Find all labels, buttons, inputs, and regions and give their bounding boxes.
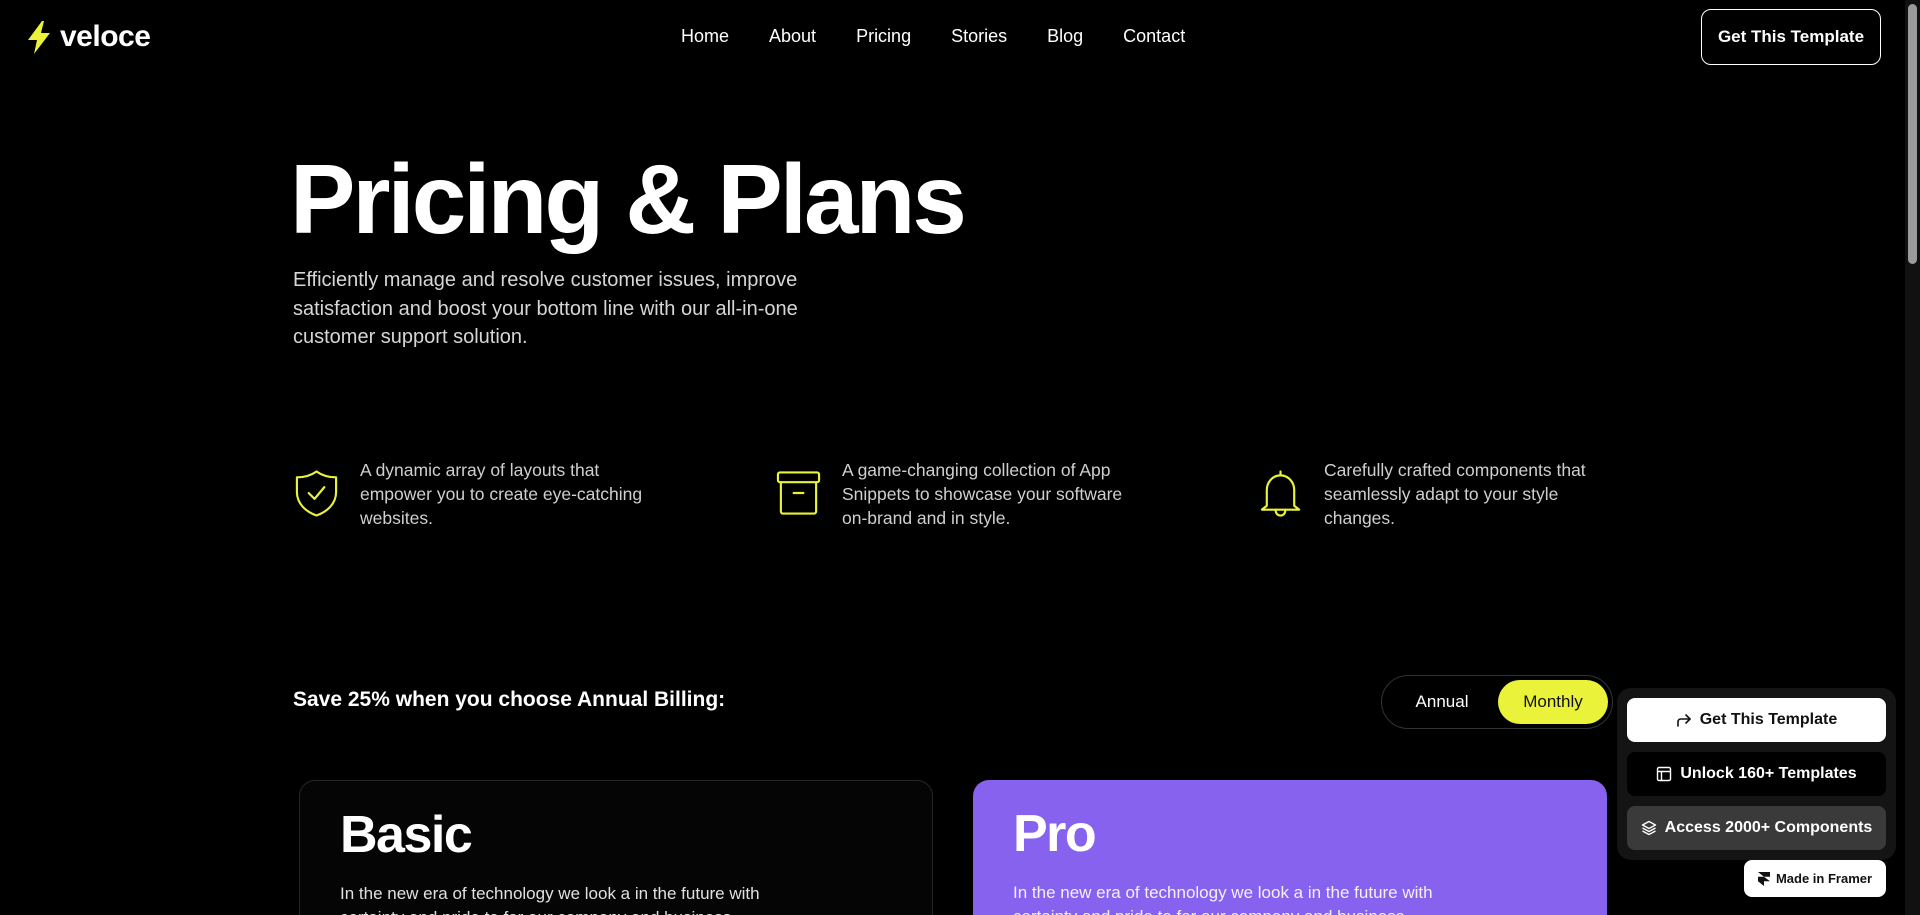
page-title: Pricing & Plans bbox=[290, 144, 967, 254]
feature-item: Carefully crafted components that seamle… bbox=[1257, 458, 1657, 530]
feature-item: A dynamic array of layouts that empower … bbox=[293, 458, 693, 530]
brand-name: veloce bbox=[60, 20, 151, 53]
page-subtitle: Efficiently manage and resolve customer … bbox=[293, 269, 798, 348]
plan-name: Pro bbox=[1013, 805, 1097, 863]
feature-text: A game-changing collection of App Snippe… bbox=[842, 460, 1123, 528]
plan-name: Basic bbox=[340, 806, 473, 864]
scrollbar-thumb[interactable] bbox=[1908, 4, 1917, 264]
annual-option[interactable]: Annual bbox=[1386, 680, 1498, 724]
plan-card-pro: Pro In the new era of technology we look… bbox=[973, 780, 1607, 915]
nav-home[interactable]: Home bbox=[681, 26, 729, 47]
share-arrow-icon bbox=[1676, 714, 1691, 727]
access-components-label: Access 2000+ Components bbox=[1664, 819, 1873, 836]
brand-logo[interactable]: veloce bbox=[26, 20, 151, 54]
nav-pricing[interactable]: Pricing bbox=[856, 26, 911, 47]
feature-text: A dynamic array of layouts that empower … bbox=[360, 460, 643, 528]
feature-item: A game-changing collection of App Snippe… bbox=[775, 458, 1175, 530]
shield-check-icon bbox=[295, 470, 338, 517]
plan-description: In the new era of technology we look a i… bbox=[1013, 883, 1433, 915]
unlock-templates-label: Unlock 160+ Templates bbox=[1680, 765, 1857, 782]
template-promo-panel: Get This Template Unlock 160+ Templates … bbox=[1617, 688, 1896, 860]
float-get-template-button[interactable]: Get This Template bbox=[1627, 698, 1886, 742]
nav-stories[interactable]: Stories bbox=[951, 26, 1007, 47]
nav-contact[interactable]: Contact bbox=[1123, 26, 1185, 47]
unlock-templates-button[interactable]: Unlock 160+ Templates bbox=[1627, 752, 1886, 796]
billing-toggle: Annual Monthly bbox=[1381, 675, 1613, 729]
billing-label: Save 25% when you choose Annual Billing: bbox=[293, 688, 726, 711]
main-nav: Home About Pricing Stories Blog Contact bbox=[681, 26, 1185, 47]
plan-card-basic: Basic In the new era of technology we lo… bbox=[299, 780, 933, 915]
bell-icon bbox=[1260, 470, 1301, 517]
float-get-template-label: Get This Template bbox=[1699, 711, 1838, 728]
layers-icon bbox=[1641, 820, 1656, 836]
plan-description: In the new era of technology we look a i… bbox=[340, 884, 760, 915]
made-in-framer-badge[interactable]: Made in Framer bbox=[1744, 860, 1886, 897]
made-in-framer-label: Made in Framer bbox=[1775, 871, 1873, 886]
feature-text: Carefully crafted components that seamle… bbox=[1324, 460, 1586, 528]
page-scrollbar[interactable] bbox=[1905, 0, 1920, 915]
layout-icon bbox=[1657, 766, 1672, 782]
framer-logo-icon bbox=[1757, 871, 1770, 886]
nav-about[interactable]: About bbox=[769, 26, 816, 47]
access-components-button[interactable]: Access 2000+ Components bbox=[1627, 806, 1886, 850]
nav-blog[interactable]: Blog bbox=[1047, 26, 1083, 47]
archive-box-icon bbox=[776, 471, 821, 515]
get-template-button[interactable]: Get This Template bbox=[1701, 9, 1881, 65]
monthly-option[interactable]: Monthly bbox=[1498, 680, 1608, 724]
lightning-bolt-icon bbox=[28, 20, 50, 54]
